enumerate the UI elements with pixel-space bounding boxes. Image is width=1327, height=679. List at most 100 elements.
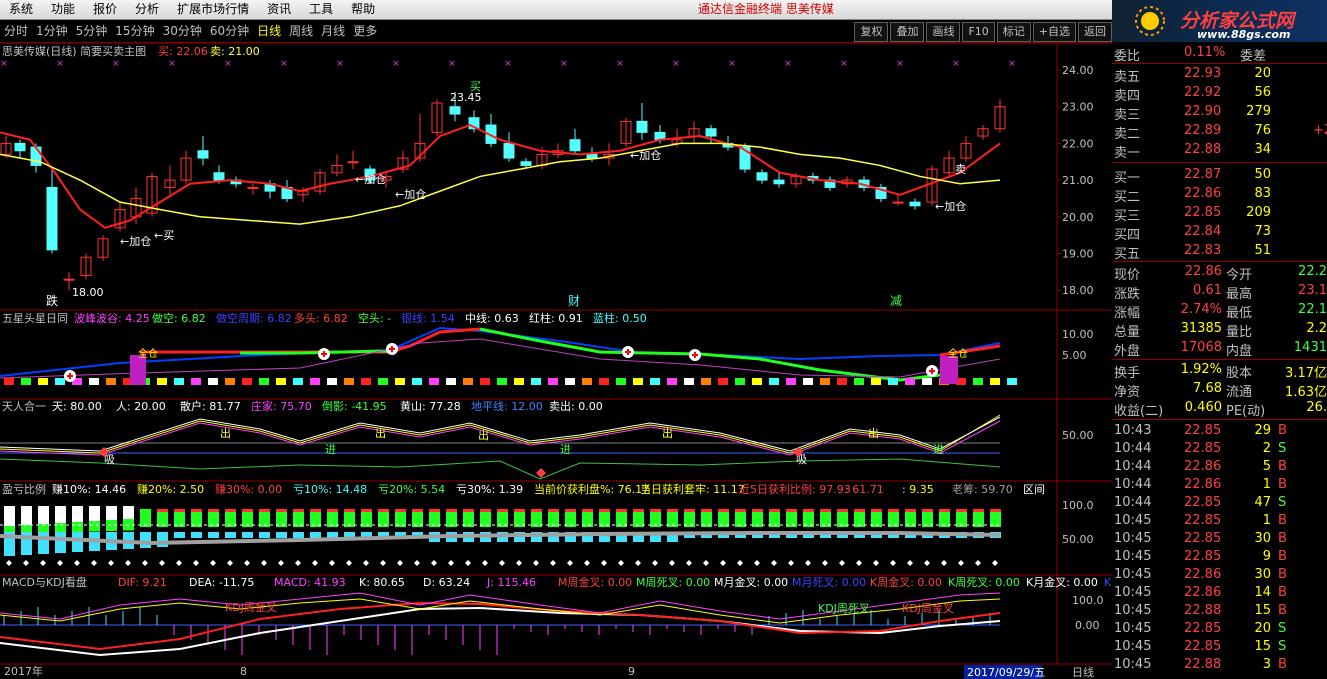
kline-chart[interactable]: 思美传媒(日线) 简要买卖主图 买: 22.06 卖: 21.00 24.00 23.0… <box>0 43 1112 679</box>
period-tab-4[interactable]: 30分钟 <box>159 21 206 42</box>
candle-body <box>347 161 359 164</box>
tick-time: 10:44 <box>1114 495 1152 510</box>
ind3-bar-red <box>701 509 712 512</box>
period-tab-1[interactable]: 1分钟 <box>32 21 72 42</box>
ind3-dot <box>397 560 403 566</box>
period-tab-9[interactable]: 更多 <box>349 21 381 42</box>
candle-body <box>14 142 26 152</box>
ask-row: 卖三 22.90 279 <box>1112 103 1327 123</box>
toolbar-button-0[interactable]: 复权 <box>854 22 889 42</box>
bid-label: 买二 <box>1114 190 1141 205</box>
ind3-bar-red <box>616 509 627 512</box>
menu-item-6[interactable]: 工具 <box>300 0 342 19</box>
tick-side: S <box>1278 495 1287 510</box>
period-tab-5[interactable]: 60分钟 <box>206 21 253 42</box>
tick-price: 22.88 <box>1184 657 1222 672</box>
chart-annotation: 18.00 <box>72 286 104 299</box>
marker-x: × <box>448 59 456 69</box>
ind1-bar <box>106 378 116 385</box>
period-tab-0[interactable]: 分时 <box>0 21 32 42</box>
ind3-title: 盈亏比例 <box>2 482 46 496</box>
marker-x: × <box>168 59 176 69</box>
main-chart-title: 思美传媒(日线) 简要买卖主图 <box>2 44 146 58</box>
ind1-value: 中线: 0.63 <box>465 311 519 325</box>
ind1-value: 空头: - <box>358 311 391 325</box>
menu-item-4[interactable]: 扩展市场行情 <box>168 0 258 19</box>
ind3-bar-cyan <box>259 532 270 538</box>
ask-label: 卖一 <box>1114 146 1141 161</box>
candle-body <box>520 161 532 166</box>
menu-item-7[interactable]: 帮助 <box>342 0 384 19</box>
menu-item-5[interactable]: 资讯 <box>258 0 300 19</box>
ind3-bar-cyan <box>72 532 83 552</box>
bid-price: 22.84 <box>1184 224 1222 239</box>
ind2-value: 倒影: -41.95 <box>322 400 387 413</box>
stat-value: 0.61 <box>1193 283 1222 298</box>
ind1-bar <box>531 378 541 385</box>
ind3-bar-cyan <box>242 532 253 538</box>
ind1-bar <box>38 378 48 385</box>
ind3-dot <box>142 560 148 566</box>
ind3-dot <box>720 560 726 566</box>
ind1-bar <box>259 378 269 385</box>
ind3-dot <box>975 560 981 566</box>
toolbar-button-3[interactable]: F10 <box>962 22 995 42</box>
stat-label: 外盘 <box>1114 344 1141 359</box>
ind1-bar <box>242 378 252 385</box>
ind1-bar <box>225 378 235 385</box>
ind3-bar-cyan <box>208 532 219 538</box>
ind3-bar-red <box>939 509 950 512</box>
bid-row: 买五 22.83 51 <box>1112 242 1327 262</box>
ind3-dot <box>465 560 471 566</box>
stat-label: 现价 <box>1114 268 1141 283</box>
period-tab-7[interactable]: 周线 <box>285 21 317 42</box>
ind1-bar <box>786 378 796 385</box>
tick-volume: 1 <box>1262 513 1271 528</box>
tick-time: 10:44 <box>1114 441 1152 456</box>
toolbar-button-4[interactable]: 标记 <box>996 22 1031 42</box>
ind3-bar-red <box>803 509 814 512</box>
menu-item-0[interactable]: 系统 <box>0 0 42 19</box>
ind3-bar-red <box>599 509 610 512</box>
ind3-bar-red <box>888 509 899 512</box>
ind1-bar <box>344 378 354 385</box>
ask-row: 卖四 22.92 56 <box>1112 84 1327 104</box>
ind3-bar-red <box>344 509 355 512</box>
ind4-value: K月金叉: 0.00 <box>1026 575 1098 589</box>
bid-price: 22.87 <box>1184 167 1222 182</box>
chart-annotation: ←加仓 <box>630 148 661 162</box>
ask-row: 卖五 22.93 20 <box>1112 65 1327 85</box>
candle-body <box>636 120 648 133</box>
menu-item-2[interactable]: 报价 <box>84 0 126 19</box>
ind3-bar-red <box>429 509 440 512</box>
ind1-bar <box>395 378 405 385</box>
ind1-bar <box>650 378 660 385</box>
ind4-axis-label: 0.00 <box>1075 619 1100 632</box>
period-tab-2[interactable]: 5分钟 <box>72 21 112 42</box>
ind3-bar-cyan <box>276 532 287 538</box>
menu-item-1[interactable]: 功能 <box>42 0 84 19</box>
ind1-bar <box>412 378 422 385</box>
stat-value: 1431 <box>1293 340 1327 355</box>
ind3-bar-red <box>361 509 372 512</box>
toolbar-button-1[interactable]: 叠加 <box>890 22 925 42</box>
ind1-bar <box>276 378 286 385</box>
weicha-label: 委差 <box>1240 49 1267 64</box>
toolbar-button-6[interactable]: 返回 <box>1078 22 1112 42</box>
marker-x: × <box>560 59 568 69</box>
tick-row: 10:45 22.85 15 S <box>1112 638 1327 657</box>
ind2-axis-label: 50.00 <box>1062 429 1094 442</box>
ind2-value: 庄家: 75.70 <box>251 399 312 413</box>
period-tab-6[interactable]: 日线 <box>253 21 285 42</box>
ind3-dot <box>482 560 488 566</box>
ind3-bar-red <box>225 509 236 512</box>
toolbar-button-2[interactable]: 画线 <box>926 22 961 42</box>
period-tab-8[interactable]: 月线 <box>317 21 349 42</box>
ind3-bar-cyan <box>38 532 49 554</box>
ind1-bar <box>293 378 303 385</box>
period-tab-3[interactable]: 15分钟 <box>111 21 158 42</box>
ind2-value: 卖出: 0.00 <box>549 399 603 413</box>
menu-item-3[interactable]: 分析 <box>126 0 168 19</box>
toolbar-button-5[interactable]: +自选 <box>1032 22 1076 42</box>
ind3-bar-red <box>565 509 576 512</box>
